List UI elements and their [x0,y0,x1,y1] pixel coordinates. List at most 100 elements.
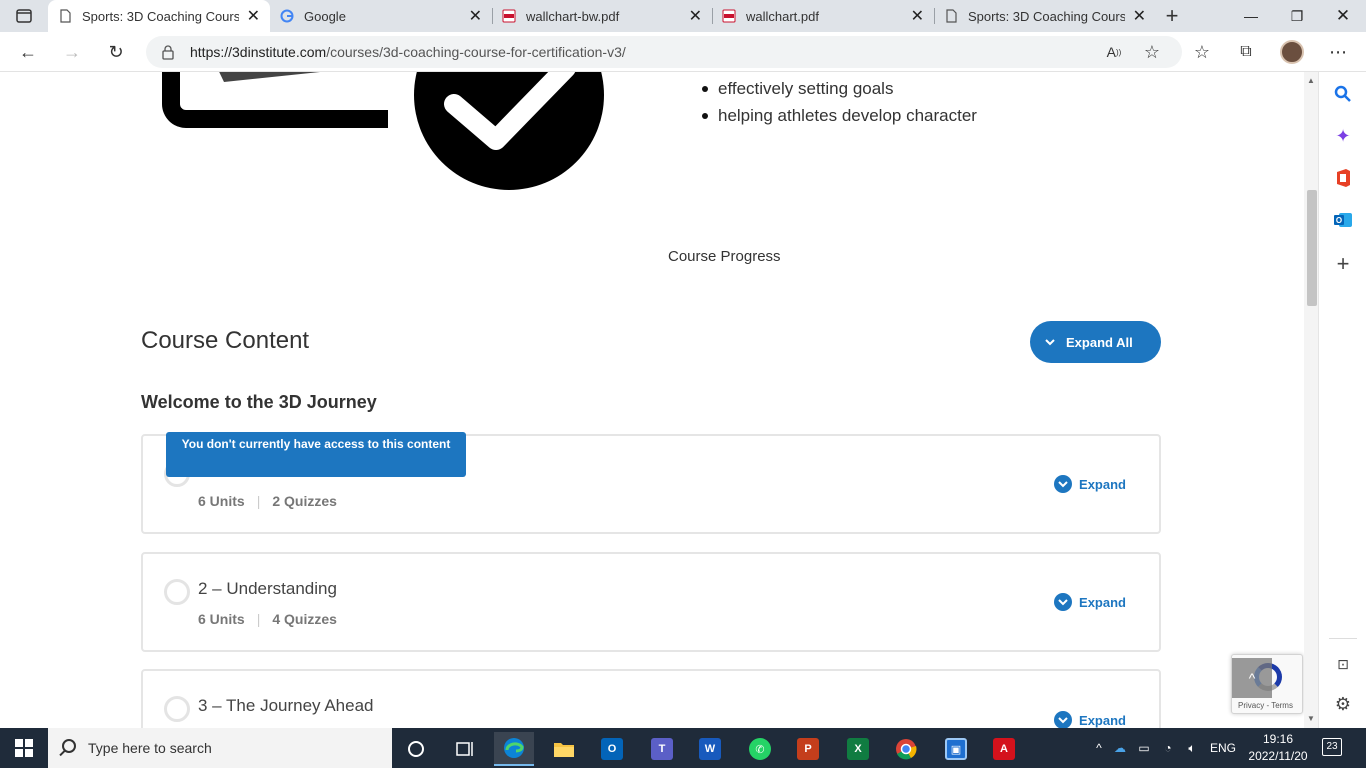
close-tab-icon[interactable]: ✕ [911,6,924,26]
collections-icon[interactable]: ⧉ [1230,36,1262,68]
windows-start-icon[interactable] [0,728,48,768]
lesson-row[interactable]: 3 – The Journey Ahead Expand [141,669,1161,728]
battery-icon[interactable]: ▭ [1132,741,1156,755]
chevron-down-icon [1045,339,1055,346]
taskbar-clock[interactable]: 19:16 2022/11/20 [1240,731,1316,765]
lesson-status-icon [164,579,190,605]
scroll-up-icon[interactable]: ▲ [1307,76,1315,85]
lesson-row[interactable]: 2 – Understanding 6 Units | 4 Quizzes Expa… [141,552,1161,652]
expand-button[interactable]: Expand [1054,475,1126,493]
acrobat-icon[interactable]: A [984,732,1024,766]
favorites-icon[interactable]: ☆ [1186,36,1218,68]
sandbox-icon[interactable]: ▣ [936,732,976,766]
cortana-icon[interactable] [396,732,436,766]
discover-icon[interactable]: ✦ [1331,124,1355,148]
teams-icon[interactable]: T [642,732,682,766]
search-icon[interactable] [1331,82,1355,106]
outlook-icon[interactable]: O [1331,208,1355,232]
close-tab-icon[interactable]: ✕ [1133,6,1146,26]
word-icon[interactable]: W [690,732,730,766]
page-scrollbar[interactable]: ▲ ▼ [1304,72,1318,728]
task-view-icon[interactable] [444,732,484,766]
volume-icon[interactable]: 🔈︎ [1180,741,1204,756]
lesson-units: 6 Units [198,493,245,509]
pdf-icon [722,9,736,23]
expand-all-label: Expand All [1066,334,1133,350]
tab-wallchart[interactable]: wallchart.pdf ✕ [712,0,934,32]
page-icon [946,9,957,23]
course-progress-label: Course Progress [668,248,781,265]
lesson-title: 2 – Understanding [198,579,337,598]
close-tab-icon[interactable]: ✕ [247,6,260,26]
page-icon [60,9,71,23]
edge-taskbar-icon[interactable] [494,732,534,766]
lesson-title: 3 – The Journey Ahead [198,696,374,715]
expand-all-button[interactable]: Expand All [1030,321,1161,363]
excel-icon[interactable]: X [838,732,878,766]
notification-center-icon[interactable]: 23 [1322,738,1342,756]
lesson-meta: 6 Units | 4 Quizzes [198,611,337,627]
lock-icon [162,45,174,60]
expand-label: Expand [1079,476,1126,492]
powerpoint-icon[interactable]: P [788,732,828,766]
tab-title: Google [304,8,346,24]
scroll-down-icon[interactable]: ▼ [1307,714,1315,723]
forward-icon[interactable]: → [56,36,88,68]
add-icon[interactable]: + [1331,251,1355,276]
taskbar-search-input[interactable]: Type here to search [48,728,392,768]
outlook-taskbar-icon[interactable]: O [592,732,632,766]
address-bar[interactable]: https://3dinstitute.com/courses/3d-coach… [146,36,1182,68]
recaptcha-terms: Privacy - Terms [1238,701,1293,710]
clock-date: 2022/11/20 [1248,749,1308,763]
split-screen-icon[interactable]: ⊡ [1331,652,1355,676]
expand-button[interactable]: Expand [1054,711,1126,728]
lesson-units: 6 Units [198,611,245,627]
read-aloud-icon[interactable]: A)) [1098,36,1130,68]
sidebar-divider [1329,638,1357,639]
tab-google[interactable]: Google ✕ [270,0,492,32]
hero-illustration [162,72,388,128]
wifi-icon[interactable]: ◔ [1156,741,1180,755]
scroll-to-top-button[interactable]: ^ [1232,658,1272,698]
chrome-icon[interactable] [886,732,926,766]
back-icon[interactable]: ← [12,36,44,68]
file-explorer-icon[interactable] [544,732,584,766]
whatsapp-icon[interactable]: ✆ [740,732,780,766]
list-item: helping athletes develop character [702,105,977,132]
show-hidden-icons-icon[interactable]: ^ [1090,741,1108,755]
notification-count: 23 [1326,741,1338,752]
office-icon[interactable] [1331,166,1355,190]
new-tab-icon[interactable]: + [1156,0,1188,32]
search-placeholder: Type here to search [88,740,212,756]
pdf-icon [502,9,516,23]
browser-toolbar: ← → ↻ https://3dinstitute.com/courses/3d… [0,32,1366,72]
checkmark-icon [414,72,604,190]
tab-sports-coaching-2[interactable]: Sports: 3D Coaching Course f ✕ [934,0,1156,32]
refresh-icon[interactable]: ↻ [100,36,132,68]
course-content-title: Course Content [141,327,310,354]
scrollbar-thumb[interactable] [1307,190,1317,306]
system-tray: ^ ☁ ▭ ◔ 🔈︎ ENG [1090,728,1236,768]
search-icon [62,739,76,753]
settings-gear-icon[interactable]: ⚙ [1331,692,1355,716]
restore-icon[interactable]: ❐ [1274,0,1320,32]
tab-actions-icon[interactable] [8,0,40,32]
minimize-icon[interactable]: — [1228,0,1274,32]
onedrive-icon[interactable]: ☁ [1108,741,1132,755]
list-item: effectively setting goals [702,78,977,105]
lesson-meta: 6 Units | 2 Quizzes [198,493,337,509]
chevron-down-icon [1054,711,1073,728]
add-favorite-icon[interactable]: ☆ [1136,36,1168,68]
close-window-icon[interactable]: ✕ [1320,0,1366,32]
url-path: /courses/3d-coaching-course-for-certific… [326,44,626,60]
tab-wallchart-bw[interactable]: wallchart-bw.pdf ✕ [492,0,712,32]
expand-label: Expand [1079,594,1126,610]
close-tab-icon[interactable]: ✕ [469,6,482,26]
more-options-icon[interactable]: ⋯ [1322,36,1354,68]
tab-sports-coaching[interactable]: Sports: 3D Coaching Course f ✕ [48,0,270,32]
edge-sidebar: ✦ O + ⊡ ⚙ [1318,72,1366,728]
profile-avatar[interactable] [1280,40,1304,64]
language-indicator[interactable]: ENG [1210,741,1236,755]
close-tab-icon[interactable]: ✕ [689,6,702,26]
expand-button[interactable]: Expand [1054,593,1126,611]
